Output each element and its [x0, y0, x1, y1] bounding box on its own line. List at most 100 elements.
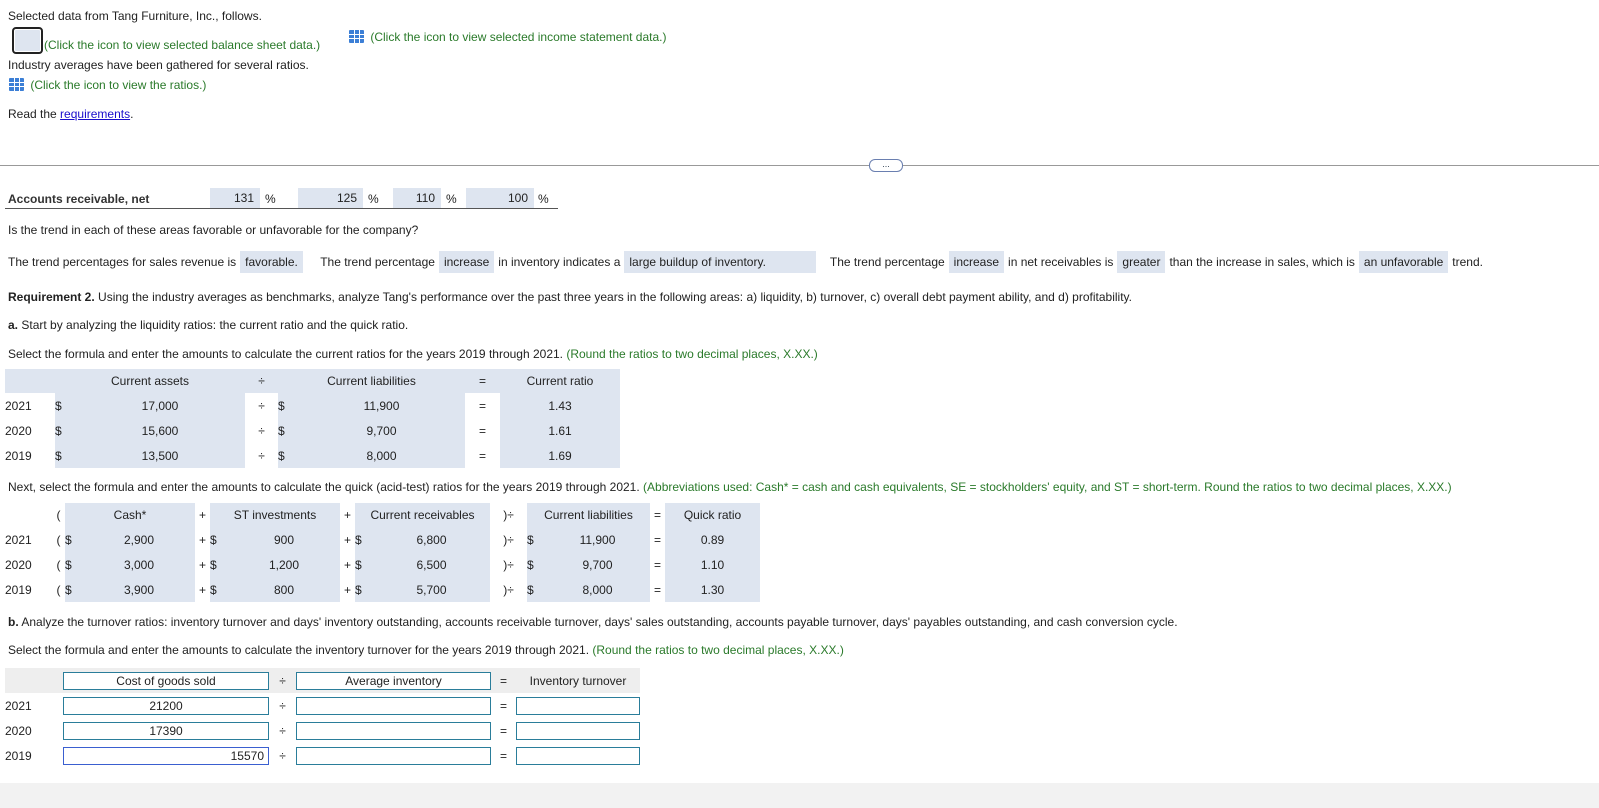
- paren-close-div: )÷: [503, 508, 514, 522]
- dollar-sign: $: [355, 577, 373, 602]
- div-sign: ÷: [258, 448, 265, 463]
- dollar-sign: $: [65, 577, 83, 602]
- current-ratio-value: 1.69: [500, 443, 620, 468]
- paren-open: (: [56, 557, 61, 572]
- dollar-sign: $: [278, 393, 298, 418]
- current-ratio-value: 1.61: [500, 418, 620, 443]
- dollar-sign: $: [210, 577, 228, 602]
- quick-instructions: Next, select the formula and enter the a…: [8, 480, 1452, 494]
- inventory-turnover-table: Cost of goods sold ÷ Average inventory = Inv…: [5, 668, 640, 768]
- eq-sign: =: [478, 423, 486, 438]
- plus-sign: +: [198, 557, 206, 572]
- ar-2018-value: 100: [466, 188, 534, 208]
- cogs-input[interactable]: 21200: [63, 696, 269, 715]
- header-current-receivables: Current receivables: [355, 503, 490, 527]
- dollar-sign: $: [65, 527, 83, 552]
- dollar-sign: $: [210, 527, 228, 552]
- cogs-input[interactable]: 17390: [63, 721, 269, 740]
- inventory-turnover-input[interactable]: [516, 746, 640, 765]
- table-row: 2019 $13,500 ÷ $8,000 = 1.69: [5, 443, 620, 468]
- requirement-2: Requirement 2. Using the industry averag…: [8, 290, 1132, 304]
- current-liabilities-value: 9,700: [545, 552, 650, 577]
- balance-link-text[interactable]: (Click the icon to view selected balance…: [44, 38, 320, 52]
- current-receivables-value: 6,800: [373, 527, 490, 552]
- quick-ratio-value: 0.89: [665, 527, 760, 552]
- row-underline: [5, 208, 558, 209]
- dollar-sign: $: [278, 443, 298, 468]
- inventory-meaning-dropdown[interactable]: large buildup of inventory.: [624, 251, 816, 273]
- year-label: 2019: [5, 748, 32, 763]
- instr-text: Select the formula and enter the amounts…: [8, 643, 590, 657]
- receivables-trend-dropdown[interactable]: an unfavorable: [1358, 251, 1449, 273]
- inventory-direction-dropdown[interactable]: increase: [438, 251, 495, 273]
- req2-text: Using the industry averages as benchmark…: [94, 290, 1132, 304]
- ar-label: Accounts receivable, net: [8, 192, 150, 206]
- expand-handle[interactable]: ...: [869, 159, 903, 172]
- pct-unit: %: [538, 192, 549, 206]
- sales-trend-dropdown[interactable]: favorable.: [240, 251, 303, 273]
- st-investments-value: 900: [228, 527, 340, 552]
- header-current-ratio: Current ratio: [526, 374, 594, 388]
- ratios-link-text[interactable]: (Click the icon to view the ratios.): [30, 78, 206, 92]
- dollar-sign: $: [355, 527, 373, 552]
- part-a: a. Start by analyzing the liquidity rati…: [8, 318, 408, 332]
- header-current-assets: Current assets: [110, 374, 190, 388]
- cogs-input[interactable]: 15570: [63, 746, 269, 765]
- part-b-label: b.: [8, 615, 19, 629]
- cogs-header-select[interactable]: Cost of goods sold: [63, 671, 269, 690]
- income-link-text[interactable]: (Click the icon to view selected income …: [370, 30, 666, 44]
- div-sign: ÷: [258, 398, 265, 413]
- receivables-comparison-dropdown[interactable]: greater: [1117, 251, 1166, 273]
- avg-inventory-header-select[interactable]: Average inventory: [296, 671, 491, 690]
- current-instructions: Select the formula and enter the amounts…: [8, 347, 818, 361]
- quick-ratio-value: 1.30: [665, 577, 760, 602]
- avg-inventory-input[interactable]: [296, 696, 491, 715]
- receivables-direction-dropdown[interactable]: increase: [948, 251, 1005, 273]
- ar-2019-value: 110: [393, 188, 441, 208]
- plus-sign: +: [343, 582, 351, 597]
- current-liabilities-value: 8,000: [545, 577, 650, 602]
- trend-text: in inventory indicates a: [498, 255, 621, 269]
- round-note: (Round the ratios to two decimal places,…: [566, 347, 818, 361]
- eq-sign: =: [653, 557, 661, 572]
- current-liabilities-value: 11,900: [298, 393, 465, 418]
- instr-text: Select the formula and enter the amounts…: [8, 347, 563, 361]
- read-suffix: .: [130, 107, 134, 121]
- eq-sign: =: [499, 673, 507, 688]
- paren-open: (: [56, 532, 61, 547]
- ar-2020-value: 125: [298, 188, 363, 208]
- table-icon[interactable]: [349, 30, 364, 43]
- part-b: b. Analyze the turnover ratios: inventor…: [8, 615, 1178, 629]
- requirements-link[interactable]: requirements: [60, 107, 130, 121]
- dollar-sign: $: [55, 393, 75, 418]
- year-label: 2021: [5, 398, 32, 413]
- avg-inventory-input[interactable]: [296, 721, 491, 740]
- eq-sign: =: [478, 448, 486, 463]
- plus-sign: +: [198, 582, 206, 597]
- eq-sign: =: [653, 582, 661, 597]
- industry-text: Industry averages have been gathered for…: [8, 58, 309, 72]
- balance-sheet-link[interactable]: (Click the icon to view selected balance…: [11, 27, 320, 54]
- avg-inventory-input[interactable]: [296, 746, 491, 765]
- header-quick-ratio: Quick ratio: [665, 503, 760, 527]
- inventory-turnover-input[interactable]: [516, 696, 640, 715]
- inventory-turnover-input[interactable]: [516, 721, 640, 740]
- income-statement-link[interactable]: (Click the icon to view selected income …: [349, 30, 666, 44]
- table-row: 2021 21200 ÷ =: [5, 693, 640, 718]
- header-inventory-turnover: Inventory turnover: [529, 673, 627, 688]
- plus-sign: +: [198, 532, 206, 547]
- trend-sentence: The trend percentages for sales revenue …: [8, 251, 1483, 273]
- dollar-sign: $: [278, 418, 298, 443]
- current-assets-value: 17,000: [75, 393, 245, 418]
- table-icon[interactable]: [12, 27, 43, 54]
- table-icon[interactable]: [9, 78, 24, 91]
- pct-unit: %: [368, 192, 379, 206]
- ratios-link[interactable]: (Click the icon to view the ratios.): [9, 78, 206, 92]
- year-label: 2020: [5, 423, 32, 438]
- instr-text: Next, select the formula and enter the a…: [8, 480, 640, 494]
- header-current-liabilities: Current liabilities: [327, 374, 416, 388]
- part-a-text: Start by analyzing the liquidity ratios:…: [18, 318, 409, 332]
- div-sign: ÷: [279, 748, 286, 763]
- div-sign: ÷: [279, 698, 286, 713]
- abbrev-note: (Abbreviations used: Cash* = cash and ca…: [643, 480, 1452, 494]
